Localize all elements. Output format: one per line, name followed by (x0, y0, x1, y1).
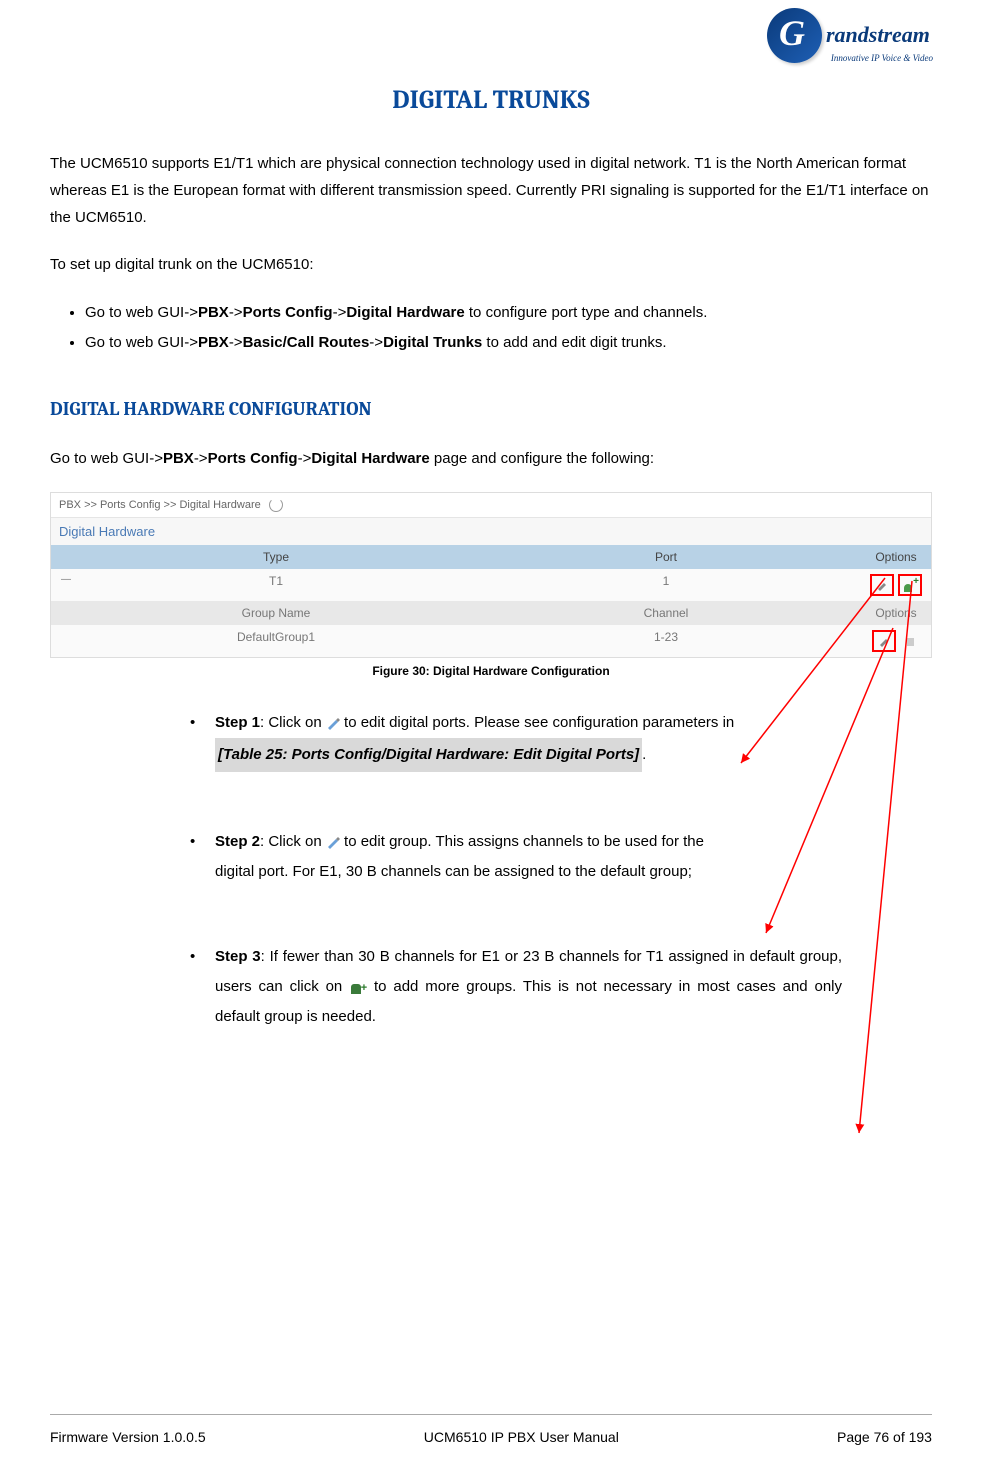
setup-lead: To set up digital trunk on the UCM6510: (50, 251, 932, 278)
edit-group-button[interactable] (872, 630, 896, 652)
step-2: • Step 2: Click on to edit group. This a… (190, 827, 842, 887)
col-port: Port (471, 545, 861, 569)
bold: Digital Trunks (383, 334, 482, 351)
panel-title: Digital Hardware (51, 518, 931, 545)
bullet-item-1: Go to web GUI->PBX->Ports Config->Digita… (85, 298, 932, 328)
add-person-icon (902, 578, 918, 592)
text: -> (194, 450, 208, 467)
text: Go to web GUI-> (50, 450, 163, 467)
table-subheader-row: Group Name Channel Options (51, 601, 931, 625)
col-options: Options (861, 545, 931, 569)
bold: PBX (163, 450, 194, 467)
add-group-icon (349, 980, 367, 994)
add-group-button[interactable] (898, 574, 922, 596)
step-label: Step 3 (215, 948, 261, 965)
edit-icon (326, 716, 340, 730)
table-header-row: Type Port Options (51, 545, 931, 569)
text: -> (369, 334, 383, 351)
page-container: randstream Innovative IP Voice & Video D… (0, 0, 982, 1470)
logo-text: randstream (826, 22, 930, 48)
text: -> (229, 304, 243, 321)
text: to add and edit digit trunks. (482, 334, 666, 351)
page-footer: Firmware Version 1.0.0.5 UCM6510 IP PBX … (50, 1429, 932, 1445)
breadcrumb-bar: PBX >> Ports Config >> Digital Hardware (51, 493, 931, 518)
text: to edit group. This assigns channels to … (340, 833, 704, 850)
table-reference: [Table 25: Ports Config/Digital Hardware… (215, 738, 642, 772)
col-suboptions: Options (861, 601, 931, 625)
intro-paragraph: The UCM6510 supports E1/T1 which are phy… (50, 150, 932, 231)
bold: Ports Config (243, 304, 333, 321)
edit-icon (326, 835, 340, 849)
table-row-port: — T1 1 (51, 569, 931, 601)
steps-section: • Step 1: Click on to edit digital ports… (190, 708, 842, 1032)
logo-tagline: Innovative IP Voice & Video (831, 53, 933, 63)
text: : Click on (260, 714, 326, 731)
footer-firmware: Firmware Version 1.0.0.5 (50, 1429, 206, 1445)
bold: PBX (198, 334, 229, 351)
text: Go to web GUI-> (85, 334, 198, 351)
text: to configure port type and channels. (465, 304, 708, 321)
text: to edit digital ports. Please see config… (340, 714, 734, 731)
text: -> (333, 304, 347, 321)
footer-page-number: Page 76 of 193 (837, 1429, 932, 1445)
text: -> (229, 334, 243, 351)
bold: Digital Hardware (346, 304, 464, 321)
footer-doc-title: UCM6510 IP PBX User Manual (424, 1429, 619, 1445)
step-label: Step 2 (215, 833, 260, 850)
bullet-item-2: Go to web GUI->PBX->Basic/Call Routes->D… (85, 328, 932, 358)
table-row-group: DefaultGroup1 1-23 (51, 625, 931, 657)
hardware-table: Type Port Options — T1 1 Gr (51, 545, 931, 657)
setup-bullet-list: Go to web GUI->PBX->Ports Config->Digita… (50, 298, 932, 358)
col-channel: Channel (471, 601, 861, 625)
text: digital port. For E1, 30 B channels can … (215, 863, 692, 880)
section-heading: DIGITAL HARDWARE CONFIGURATION (50, 398, 932, 420)
page-title: DIGITAL TRUNKS (50, 85, 932, 115)
step-1: • Step 1: Click on to edit digital ports… (190, 708, 842, 772)
cell-groupname: DefaultGroup1 (81, 625, 471, 657)
col-type: Type (81, 545, 471, 569)
expand-toggle[interactable]: — (51, 569, 81, 601)
breadcrumb-text: PBX >> Ports Config >> Digital Hardware (59, 499, 261, 511)
screenshot-digital-hardware: PBX >> Ports Config >> Digital Hardware … (50, 492, 932, 658)
cell-channel: 1-23 (471, 625, 861, 657)
figure-caption: Figure 30: Digital Hardware Configuratio… (50, 664, 932, 678)
step-label: Step 1 (215, 714, 260, 731)
refresh-icon[interactable] (269, 498, 283, 512)
col-groupname: Group Name (81, 601, 471, 625)
text: : Click on (260, 833, 326, 850)
step-3: • Step 3: If fewer than 30 B channels fo… (190, 942, 842, 1032)
config-lead: Go to web GUI->PBX->Ports Config->Digita… (50, 445, 932, 472)
text: Go to web GUI-> (85, 304, 198, 321)
delete-group-button[interactable] (900, 632, 920, 650)
cell-port: 1 (471, 569, 861, 601)
logo-mark (767, 8, 822, 63)
bold: Basic/Call Routes (243, 334, 370, 351)
footer-divider (50, 1414, 932, 1415)
cell-type: T1 (81, 569, 471, 601)
bold: PBX (198, 304, 229, 321)
bold: Ports Config (208, 450, 298, 467)
text: page and configure the following: (430, 450, 654, 467)
edit-port-button[interactable] (870, 574, 894, 596)
brand-logo: randstream Innovative IP Voice & Video (767, 5, 937, 65)
text: -> (298, 450, 312, 467)
bold: Digital Hardware (311, 450, 429, 467)
